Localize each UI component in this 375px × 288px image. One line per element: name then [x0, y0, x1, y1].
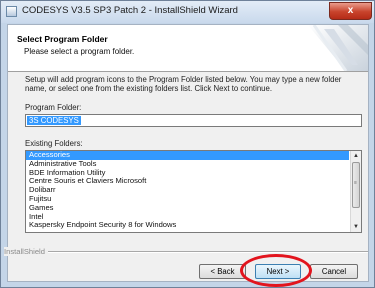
list-item[interactable]: Games: [26, 203, 361, 213]
cancel-button[interactable]: Cancel: [310, 264, 358, 279]
grip-icon: ≡: [354, 180, 357, 186]
close-icon: x: [347, 5, 354, 16]
title-bar[interactable]: CODESYS V3.5 SP3 Patch 2 - InstallShield…: [1, 1, 374, 23]
wizard-client-area: Select Program Folder Please select a pr…: [4, 24, 369, 287]
instructions-text: Setup will add program icons to the Prog…: [25, 75, 342, 93]
program-folder-value: 3S CODESYS: [27, 116, 81, 125]
next-highlight-annotation: [240, 254, 312, 287]
window-title: CODESYS V3.5 SP3 Patch 2 - InstallShield…: [22, 5, 238, 16]
list-item[interactable]: Centre Souris et Claviers Microsoft: [26, 177, 361, 186]
program-folder-input[interactable]: 3S CODESYS: [25, 114, 362, 127]
installshield-brand: InstallShield: [4, 247, 47, 256]
close-button[interactable]: x: [329, 2, 372, 20]
list-item[interactable]: Fujitsu: [26, 194, 361, 204]
list-item[interactable]: Dolibarr: [26, 185, 361, 195]
footer-divider: [48, 251, 368, 253]
scroll-thumb[interactable]: ≡: [352, 162, 360, 208]
program-folder-label: Program Folder:: [25, 103, 82, 112]
page-subtitle: Please select a program folder.: [24, 47, 135, 56]
back-button[interactable]: < Back: [199, 264, 246, 279]
existing-folders-list[interactable]: Accessories Administrative Tools BDE Inf…: [25, 150, 362, 233]
list-scrollbar[interactable]: ▲ ≡ ▼: [350, 151, 361, 232]
installer-window: CODESYS V3.5 SP3 Patch 2 - InstallShield…: [0, 0, 375, 288]
scroll-down-icon[interactable]: ▼: [351, 222, 361, 232]
wizard-header: Select Program Folder Please select a pr…: [8, 25, 368, 72]
scroll-up-icon[interactable]: ▲: [351, 151, 361, 161]
page-title: Select Program Folder: [17, 34, 108, 44]
existing-folders-label: Existing Folders:: [25, 139, 83, 148]
list-item[interactable]: Kaspersky Endpoint Security 8 for Window…: [26, 221, 361, 230]
installer-app-icon: [6, 6, 17, 17]
installshield-graphic-icon: [294, 25, 368, 71]
